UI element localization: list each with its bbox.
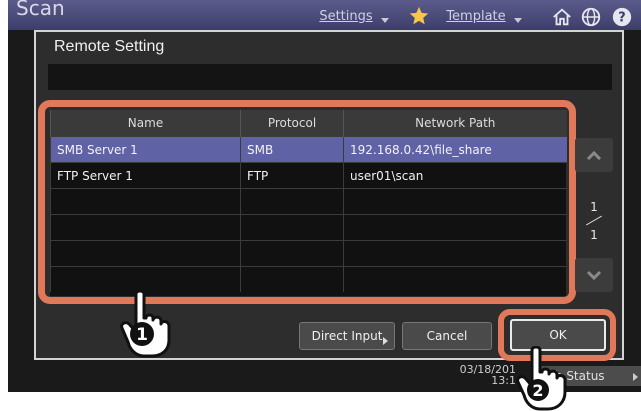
- page-divider: [585, 215, 603, 226]
- scroll-down-button[interactable]: [575, 258, 613, 292]
- page-current: 1: [590, 200, 598, 214]
- hand-pointer-icon-step2: 2: [516, 346, 567, 411]
- settings-button[interactable]: Settings: [306, 6, 402, 26]
- template-label: Template: [446, 8, 506, 24]
- star-icon: [408, 5, 430, 27]
- top-bar: Scan Settings Template ?: [8, 0, 641, 30]
- chevron-down-icon: [513, 17, 522, 23]
- scroll-up-button[interactable]: [575, 138, 613, 172]
- status-datetime: 03/18/201 13:1: [456, 364, 516, 386]
- callout-highlight-table: [38, 100, 576, 304]
- cancel-button[interactable]: Cancel: [402, 322, 492, 350]
- globe-icon[interactable]: [580, 6, 602, 28]
- page-indicator: 1 1: [577, 200, 611, 260]
- settings-label: Settings: [319, 8, 373, 24]
- home-icon[interactable]: [551, 6, 573, 28]
- message-bar: [48, 64, 612, 90]
- cancel-label: Cancel: [426, 329, 468, 343]
- step1-number: 1: [136, 325, 148, 345]
- template-button[interactable]: Template: [432, 6, 536, 26]
- direct-input-button[interactable]: Direct Input: [299, 322, 395, 350]
- page-total: 1: [590, 228, 598, 242]
- expand-arrow-icon: [633, 373, 638, 381]
- app-title: Scan: [16, 0, 65, 20]
- step2-number: 2: [532, 381, 543, 400]
- chevron-up-icon: [586, 150, 602, 160]
- status-time: 13:1: [491, 374, 516, 387]
- dialog-title: Remote Setting: [54, 38, 165, 55]
- help-icon[interactable]: ?: [611, 6, 633, 28]
- expand-arrow-icon: [383, 337, 388, 345]
- screen: Scan Settings Template ? Remote Setting: [8, 0, 641, 392]
- direct-input-label: Direct Input: [311, 329, 383, 343]
- chevron-down-icon: [586, 270, 602, 280]
- chevron-down-icon: [380, 17, 389, 23]
- hand-pointer-icon-step1: 1: [120, 289, 171, 358]
- svg-text:?: ?: [618, 11, 625, 26]
